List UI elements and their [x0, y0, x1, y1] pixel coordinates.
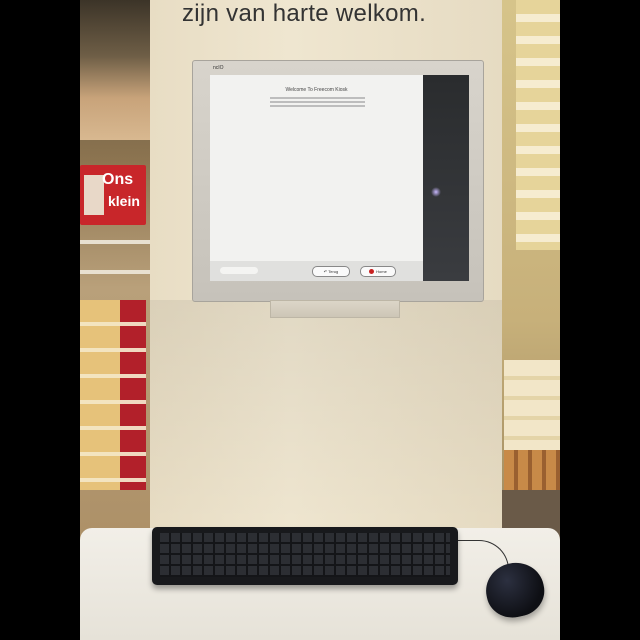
kiosk-monitor: ncIO Welcome To Freecom Kiosk ↶ Terug Ho… — [192, 60, 484, 302]
screen-side-panel — [423, 75, 469, 281]
home-button[interactable]: Home — [360, 266, 396, 277]
store-shelf — [80, 240, 150, 244]
wooden-pallet — [504, 450, 560, 490]
monitor-brand: ncIO — [213, 65, 224, 71]
monitor-mount — [270, 300, 400, 318]
cup-shelves — [516, 0, 560, 250]
store-ceiling — [80, 0, 150, 140]
welcome-banner: zijn van harte welkom. — [182, 0, 427, 27]
monitor-screen[interactable]: Welcome To Freecom Kiosk ↶ Terug Home — [210, 75, 469, 281]
kiosk-shadow — [150, 300, 502, 540]
app-text-line — [270, 105, 365, 107]
red-candle-stack — [120, 300, 146, 490]
kiosk-app-window: Welcome To Freecom Kiosk ↶ Terug Home — [210, 75, 423, 281]
keyboard-keys[interactable] — [160, 533, 450, 577]
store-shelf — [80, 270, 150, 274]
back-button-label: Terug — [328, 269, 339, 274]
store-sign-line2: klein — [108, 193, 140, 209]
home-button-label: Home — [376, 269, 387, 274]
store-sign-line1: Ons — [102, 171, 134, 188]
status-field — [220, 267, 258, 274]
store-sign: Ons klein — [80, 165, 146, 225]
sign-product-box — [84, 175, 104, 215]
back-button[interactable]: ↶ Terug — [312, 266, 350, 277]
keyboard[interactable] — [152, 527, 458, 585]
candle-stack — [80, 300, 146, 490]
app-bottom-bar: ↶ Terug Home — [210, 261, 423, 281]
app-title: Welcome To Freecom Kiosk — [285, 87, 348, 93]
light-reflection — [431, 187, 441, 197]
app-text-line — [270, 97, 365, 99]
home-icon — [369, 269, 375, 274]
photo-scene: Ons klein zijn van harte welkom. ncIO We… — [80, 0, 560, 640]
app-text-line — [270, 101, 365, 103]
